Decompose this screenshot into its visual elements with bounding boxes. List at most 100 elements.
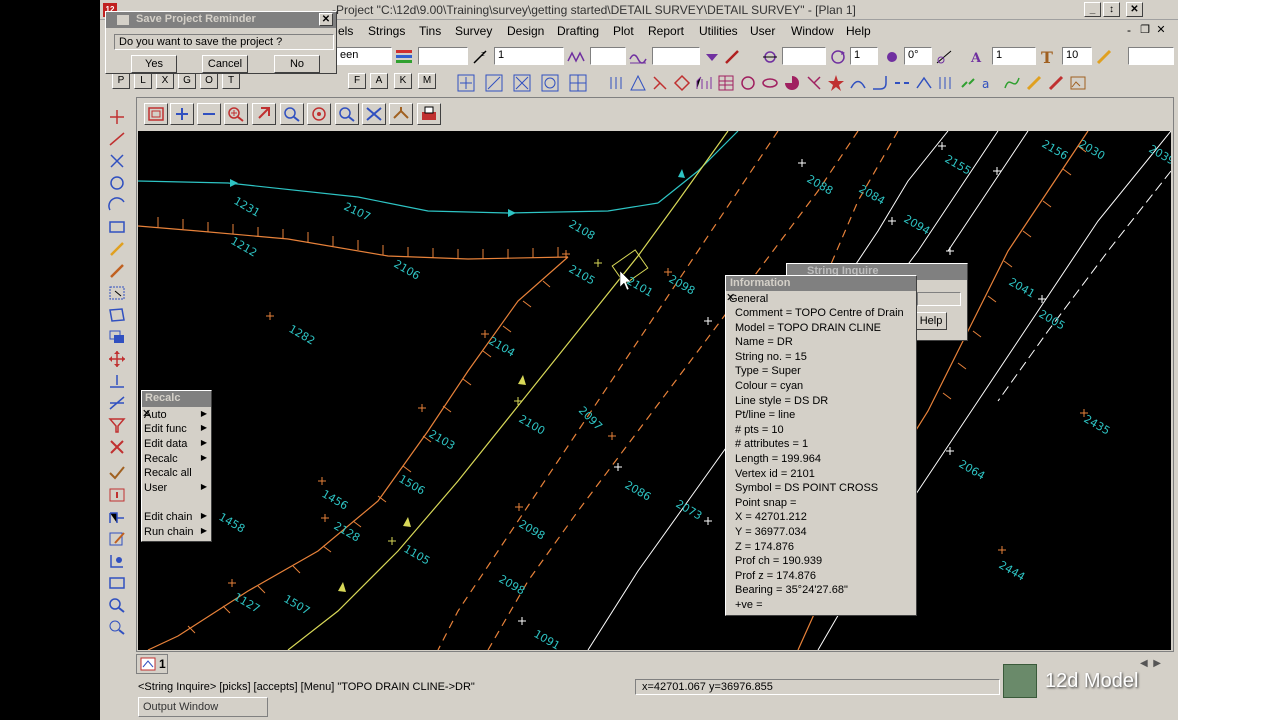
- string-inquire-field[interactable]: [917, 292, 961, 306]
- rotate-tool-icon[interactable]: [107, 394, 127, 412]
- recalc-item-edit-chain[interactable]: Edit chain ▶: [143, 511, 210, 523]
- close-button[interactable]: ✕: [1126, 2, 1143, 17]
- hatch-field[interactable]: [652, 47, 700, 65]
- point-symbol-icon[interactable]: [760, 47, 780, 67]
- minimize-button[interactable]: _: [1084, 2, 1101, 17]
- menu-strings[interactable]: Strings: [368, 24, 405, 38]
- extend-icon[interactable]: [936, 73, 956, 93]
- snap-grid-icon[interactable]: [568, 73, 588, 93]
- view-fit-icon[interactable]: [307, 103, 331, 125]
- arc-draw-icon[interactable]: [107, 196, 127, 214]
- fillet-icon[interactable]: [870, 73, 890, 93]
- filter-tool-icon[interactable]: [107, 416, 127, 434]
- snap-key-f[interactable]: F: [348, 73, 366, 89]
- image-icon[interactable]: [1068, 73, 1088, 93]
- view-zoom-in-icon[interactable]: [170, 103, 194, 125]
- plan-tab[interactable]: 1: [136, 654, 168, 674]
- polygon-draw-icon[interactable]: [107, 306, 127, 324]
- circle-draw-icon[interactable]: [107, 174, 127, 192]
- check-tool-icon[interactable]: [107, 464, 127, 482]
- snap-key-g[interactable]: G: [178, 73, 196, 89]
- rectangle-draw-icon[interactable]: [107, 218, 127, 236]
- text-size-field[interactable]: 1: [992, 47, 1036, 65]
- zoom-tool-icon[interactable]: [107, 596, 127, 614]
- snap-key-l[interactable]: L: [134, 73, 152, 89]
- text-icon[interactable]: T: [1038, 47, 1058, 67]
- pie-tool-icon[interactable]: [782, 73, 802, 93]
- pen-draw-icon[interactable]: [107, 240, 127, 258]
- child-close-button[interactable]: ✕: [1154, 23, 1168, 37]
- recalc-item-user[interactable]: User ▶: [143, 482, 210, 494]
- curve-edit-icon[interactable]: [1002, 73, 1022, 93]
- pen-icon[interactable]: [722, 47, 742, 67]
- menu-help[interactable]: Help: [846, 24, 871, 38]
- volume-icon[interactable]: [694, 73, 714, 93]
- view-zoom-out-icon[interactable]: [197, 103, 221, 125]
- snap-key-t[interactable]: T: [222, 73, 240, 89]
- break-icon[interactable]: [892, 73, 912, 93]
- view-redraw-icon[interactable]: [144, 103, 168, 125]
- menu-utilities[interactable]: Utilities: [699, 24, 738, 38]
- angle-icon[interactable]: [882, 47, 902, 67]
- cross-tool-icon[interactable]: [107, 152, 127, 170]
- drape-icon[interactable]: [650, 73, 670, 93]
- view-zoom-icon[interactable]: [224, 103, 248, 125]
- text-style-icon[interactable]: A: [968, 47, 988, 67]
- colour-field[interactable]: een: [336, 47, 392, 65]
- paint-icon[interactable]: [1046, 73, 1066, 93]
- recalc-item-recalc-all[interactable]: Recalc all: [143, 467, 210, 479]
- point-size-field[interactable]: 1: [850, 47, 878, 65]
- menu-drafting[interactable]: Drafting: [557, 24, 599, 38]
- view-zoom-window-icon[interactable]: [280, 103, 304, 125]
- hatch-icon[interactable]: [628, 47, 648, 67]
- point-symbol-field[interactable]: [782, 47, 826, 65]
- view-toggle-icon[interactable]: [362, 103, 386, 125]
- weight-field[interactable]: 1: [494, 47, 564, 65]
- frame-tool-icon[interactable]: [107, 574, 127, 592]
- text-angle-icon[interactable]: [934, 47, 954, 67]
- measure-tool-icon[interactable]: [107, 508, 127, 526]
- view-pan-icon[interactable]: [252, 103, 276, 125]
- snap-line-icon[interactable]: [484, 73, 504, 93]
- snap-arc-icon[interactable]: [540, 73, 560, 93]
- plan-canvas[interactable]: 1231 2107 2108 1212 2106 2105 2101 2098 1282 2104…: [138, 131, 1171, 650]
- brush-draw-icon[interactable]: [107, 262, 127, 280]
- child-restore-button[interactable]: ❐: [1138, 23, 1152, 37]
- angle-field[interactable]: 0°: [904, 47, 932, 65]
- save-dialog-close-button[interactable]: ✕: [319, 13, 333, 26]
- cancel-button[interactable]: Cancel: [202, 55, 248, 73]
- snap-key-m[interactable]: M: [418, 73, 436, 89]
- rotate-icon[interactable]: [828, 47, 848, 67]
- colour-picker-icon[interactable]: [394, 47, 414, 67]
- diamond-icon[interactable]: [672, 73, 692, 93]
- move-vertex-icon[interactable]: [804, 73, 824, 93]
- delete-tool-icon[interactable]: [107, 438, 127, 456]
- triangle-icon[interactable]: [628, 73, 648, 93]
- recalc-item-auto[interactable]: Auto ▶: [143, 409, 210, 421]
- label-tool-icon[interactable]: [107, 552, 127, 570]
- text-height-field[interactable]: 10: [1062, 47, 1092, 65]
- copy-tool-icon[interactable]: [107, 328, 127, 346]
- help-button[interactable]: Help: [915, 312, 947, 330]
- join-icon[interactable]: [914, 73, 934, 93]
- pattern-field[interactable]: [590, 47, 626, 65]
- snap-key-p[interactable]: P: [112, 73, 130, 89]
- linestyle-field[interactable]: [418, 47, 468, 65]
- menu-survey[interactable]: Survey: [455, 24, 492, 38]
- menu-window[interactable]: Window: [791, 24, 834, 38]
- circle-tool-icon[interactable]: [738, 73, 758, 93]
- yes-button[interactable]: Yes: [131, 55, 177, 73]
- info-tool-icon[interactable]: [107, 486, 127, 504]
- table-icon[interactable]: [716, 73, 736, 93]
- dropdown-icon[interactable]: [702, 47, 722, 67]
- recalc-item-edit-func[interactable]: Edit func ▶: [143, 423, 210, 435]
- child-minimize-button[interactable]: -: [1122, 23, 1136, 37]
- select-box-icon[interactable]: [107, 284, 127, 302]
- snap-intersect-icon[interactable]: [512, 73, 532, 93]
- menu-tins[interactable]: Tins: [419, 24, 441, 38]
- snap-point-icon[interactable]: [456, 73, 476, 93]
- recalc-item-edit-data[interactable]: Edit data ▶: [143, 438, 210, 450]
- survey-icon[interactable]: [606, 73, 626, 93]
- text-edit-icon[interactable]: a: [980, 73, 1000, 93]
- menu-user[interactable]: User: [750, 24, 775, 38]
